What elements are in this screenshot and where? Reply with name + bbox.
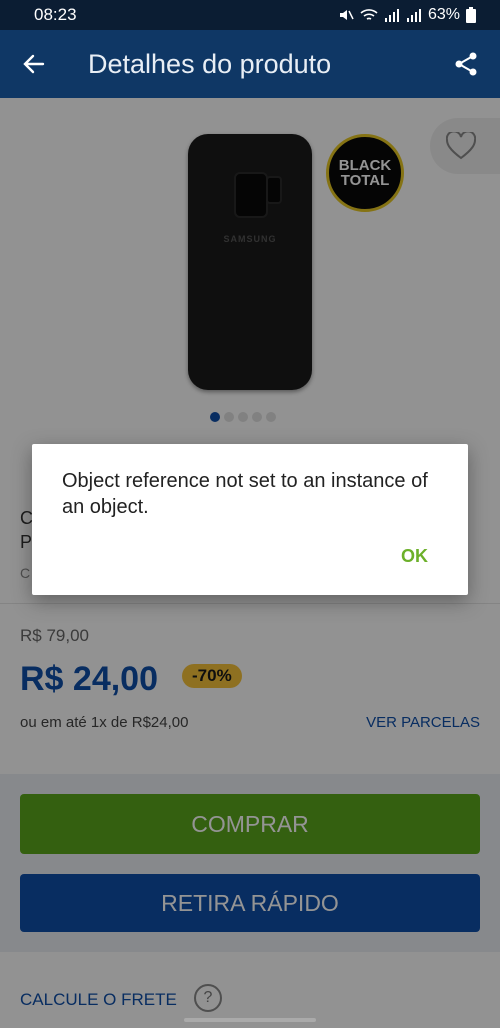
status-icons: 63% bbox=[338, 6, 476, 24]
wifi-icon bbox=[360, 9, 378, 20]
mute-icon bbox=[339, 10, 354, 20]
share-button[interactable] bbox=[446, 44, 486, 84]
share-icon bbox=[455, 52, 477, 76]
home-indicator[interactable] bbox=[184, 1018, 316, 1022]
status-time: 08:23 bbox=[34, 5, 77, 24]
back-button[interactable] bbox=[0, 30, 68, 98]
signal-icon bbox=[384, 9, 399, 22]
status-bar: 08:23 63% bbox=[0, 0, 500, 30]
battery-icon bbox=[466, 7, 476, 23]
app-bar: Detalhes do produto bbox=[0, 30, 500, 98]
dialog-message: Object reference not set to an instance … bbox=[62, 470, 428, 518]
back-arrow-icon bbox=[23, 54, 45, 74]
page-title: Detalhes do produto bbox=[88, 48, 332, 79]
battery-percent: 63% bbox=[427, 6, 460, 23]
error-dialog: Object reference not set to an instance … bbox=[32, 444, 468, 595]
signal-icon bbox=[406, 9, 421, 22]
ok-button[interactable]: OK bbox=[401, 546, 428, 567]
